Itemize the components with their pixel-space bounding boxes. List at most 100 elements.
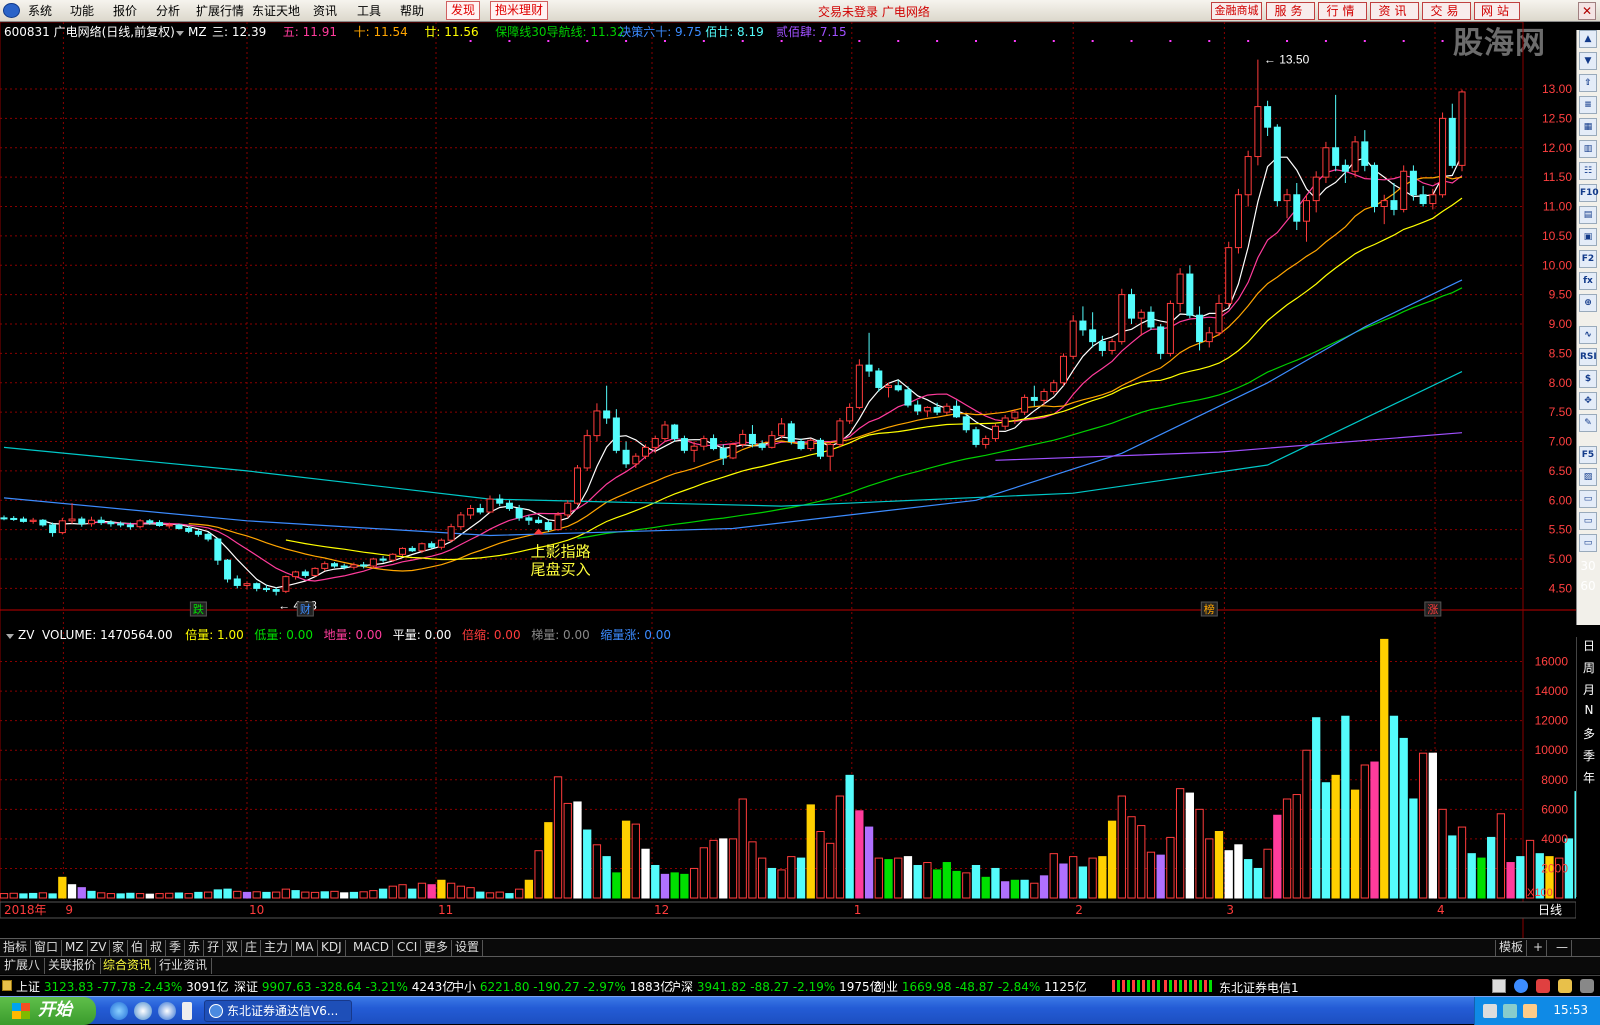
picture-icon[interactable]: ▨ <box>1579 468 1597 486</box>
tab-cci[interactable]: CCI <box>394 940 422 956</box>
wave-icon[interactable]: ∿ <box>1579 326 1597 344</box>
baomi-finance-button[interactable]: 抱米理财 <box>490 1 549 20</box>
x-axis-label: 4 <box>1437 903 1445 917</box>
start-button[interactable]: 开始 <box>0 997 96 1025</box>
f10-icon[interactable]: F10 <box>1579 184 1599 202</box>
close-icon[interactable]: ✕ <box>1578 2 1596 20</box>
outlook-icon[interactable] <box>134 1002 152 1020</box>
taskbar-app-button[interactable]: 东北证券通达信V6... <box>204 1000 352 1022</box>
tab-macd[interactable]: MACD <box>350 940 393 956</box>
fx-icon[interactable]: fx <box>1579 272 1597 290</box>
ie-icon[interactable] <box>110 1002 128 1020</box>
pencil-icon[interactable]: ✎ <box>1579 414 1597 432</box>
tab-bo[interactable]: 伯 <box>128 940 148 956</box>
menu-system[interactable]: 系统 <box>28 3 52 19</box>
rsi-icon[interactable]: RSI <box>1579 348 1597 366</box>
tab-settings[interactable]: 设置 <box>452 940 484 956</box>
tab-zi[interactable]: 孖 <box>204 940 224 956</box>
volume-icon[interactable] <box>1503 1004 1517 1018</box>
f5-icon[interactable]: F5 <box>1579 446 1597 464</box>
period-year[interactable]: 年 <box>1577 769 1600 786</box>
tab-zv[interactable]: ZV <box>87 940 111 956</box>
alert-icon[interactable] <box>1536 979 1550 993</box>
window3-icon[interactable]: ▭ <box>1579 534 1597 552</box>
pages-icon[interactable]: ▤ <box>1579 206 1597 224</box>
quick-launch-more-icon[interactable] <box>182 1002 192 1020</box>
period-quarter[interactable]: 季 <box>1577 747 1600 764</box>
tab-mz[interactable]: MZ <box>62 940 88 956</box>
clock[interactable]: 15:53 <box>1553 1003 1588 1017</box>
menu-dongzheng[interactable]: 东证天地 <box>252 3 300 19</box>
lock-icon[interactable] <box>1558 979 1572 993</box>
globe-icon[interactable] <box>1514 979 1528 993</box>
tab-ji[interactable]: 季 <box>166 940 186 956</box>
menu-help[interactable]: 帮助 <box>400 3 424 19</box>
tab-zhuang[interactable]: 庄 <box>242 940 262 956</box>
add-tab-button[interactable]: + <box>1530 940 1548 956</box>
money-icon[interactable]: $ <box>1579 370 1597 388</box>
tab-extend-eight[interactable]: 扩展八 <box>0 958 46 974</box>
remove-tab-button[interactable]: — <box>1553 940 1572 956</box>
market-button[interactable]: 行情 <box>1318 2 1367 20</box>
tab-jia[interactable]: 家 <box>109 940 129 956</box>
doc-icon[interactable]: ▣ <box>1579 228 1597 246</box>
menu-extended-market[interactable]: 扩展行情 <box>196 3 244 19</box>
window2-icon[interactable]: ▭ <box>1579 512 1597 530</box>
grid-icon[interactable]: ▦ <box>1579 118 1597 136</box>
table-icon[interactable]: ☷ <box>1579 162 1597 180</box>
tab-related-quote[interactable]: 关联报价 <box>44 958 102 974</box>
arrow-down-icon[interactable]: ▼ <box>1579 52 1597 70</box>
f2-icon[interactable]: F2 <box>1579 250 1597 268</box>
period-month[interactable]: 月 <box>1577 681 1600 698</box>
period-30[interactable]: 30 <box>1579 558 1597 576</box>
index-arrow-icon[interactable] <box>2 980 12 991</box>
tab-industry-info[interactable]: 行业资讯 <box>155 958 213 974</box>
tab-general-info[interactable]: 综合资讯 <box>99 958 157 974</box>
settings-icon[interactable] <box>1580 979 1594 993</box>
index-sme[interactable]: 中小 6221.80 -190.27 -2.97% 1883亿 <box>452 978 672 995</box>
index-chinext[interactable]: 创业 1669.98 -48.87 -2.84% 1125亿 <box>874 978 1087 995</box>
tab-shuang[interactable]: 双 <box>223 940 243 956</box>
tab-shu[interactable]: 叔 <box>147 940 167 956</box>
info-button[interactable]: 资讯 <box>1370 2 1419 20</box>
broker-connection[interactable]: 东北证券电信1 <box>1219 979 1299 996</box>
candle-body <box>146 520 154 524</box>
move-icon[interactable]: ✥ <box>1579 392 1597 410</box>
arrow-up-double-icon[interactable]: ⇧ <box>1579 74 1597 92</box>
tab-indicator[interactable]: 指标 <box>0 940 32 956</box>
bar-chart-icon[interactable]: ▥ <box>1579 140 1597 158</box>
tab-ma[interactable]: MA <box>292 940 318 956</box>
arrow-up-icon[interactable]: ▲ <box>1579 30 1597 48</box>
discover-button[interactable]: 发现 <box>446 1 481 20</box>
tab-window[interactable]: 窗口 <box>31 940 63 956</box>
menu-info[interactable]: 资讯 <box>313 3 337 19</box>
window-icon[interactable] <box>1492 979 1506 993</box>
list-icon[interactable]: ≡ <box>1579 96 1597 114</box>
tab-kdj[interactable]: KDJ <box>318 940 346 956</box>
index-hs300[interactable]: 沪深 3941.82 -88.27 -2.19% 1975亿 <box>669 978 882 995</box>
finance-mall-button[interactable]: 金融商城 <box>1211 2 1262 20</box>
window-icon[interactable]: ▭ <box>1579 490 1597 508</box>
period-60[interactable]: 60 <box>1579 578 1597 596</box>
period-n[interactable]: N <box>1577 703 1600 717</box>
media-player-icon[interactable] <box>158 1002 176 1020</box>
cross-icon[interactable]: ⊕ <box>1579 294 1597 312</box>
index-shanghai[interactable]: 上证 3123.83 -77.78 -2.43% 3091亿 <box>16 978 229 995</box>
menu-analysis[interactable]: 分析 <box>156 3 180 19</box>
app-logo-icon[interactable] <box>3 3 20 18</box>
tray-app-icon[interactable] <box>1523 1004 1537 1018</box>
menu-quote[interactable]: 报价 <box>113 3 137 19</box>
template-button[interactable]: 模板 <box>1495 940 1528 956</box>
network-icon[interactable] <box>1483 1004 1497 1018</box>
period-multi[interactable]: 多 <box>1577 725 1600 742</box>
tab-more[interactable]: 更多 <box>421 940 453 956</box>
candle-body <box>87 519 95 525</box>
tab-chi[interactable]: 赤 <box>185 940 205 956</box>
menu-tools[interactable]: 工具 <box>357 3 381 19</box>
period-day[interactable]: 日 <box>1577 637 1600 654</box>
menu-function[interactable]: 功能 <box>70 3 94 19</box>
service-button[interactable]: 服务 <box>1266 2 1315 20</box>
period-week[interactable]: 周 <box>1577 659 1600 676</box>
tab-zhuli[interactable]: 主力 <box>261 940 293 956</box>
index-shenzhen[interactable]: 深证 9907.63 -328.64 -3.21% 4243亿 <box>234 978 454 995</box>
